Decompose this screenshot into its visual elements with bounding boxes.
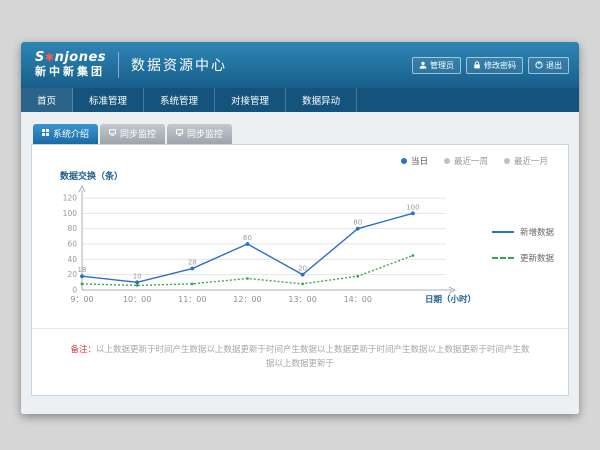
chart-panel: 当日 最近一周 最近一月 数据交换（条） 0 20 40 60 80 100 120 9：00… xyxy=(31,144,569,396)
tab-label: 同步监控 xyxy=(187,127,223,140)
svg-text:60: 60 xyxy=(67,240,77,249)
legend-line-sample xyxy=(492,231,514,233)
header-divider xyxy=(118,52,119,78)
legend-line-sample xyxy=(492,257,514,259)
nav-item-data-change[interactable]: 数据异动 xyxy=(286,88,357,112)
tab-system-intro[interactable]: 系统介绍 xyxy=(33,124,98,144)
svg-text:日期（小时）: 日期（小时） xyxy=(425,294,476,305)
company-name: 新中新集团 xyxy=(35,66,106,79)
svg-text:9：00: 9：00 xyxy=(70,295,93,304)
nav-item-connect-mgmt[interactable]: 对接管理 xyxy=(215,88,286,112)
user-actions: 管理员 修改密码 退出 xyxy=(412,57,569,74)
svg-text:28: 28 xyxy=(188,259,197,267)
logout-button-label: 退出 xyxy=(546,60,562,71)
main-nav: 首页 标准管理 系统管理 对接管理 数据异动 xyxy=(21,88,579,112)
svg-text:10：00: 10：00 xyxy=(123,295,151,304)
filter-today[interactable]: 当日 xyxy=(401,155,428,167)
nav-item-system-mgmt[interactable]: 系统管理 xyxy=(144,88,215,112)
admin-button[interactable]: 管理员 xyxy=(412,57,461,74)
filter-label: 当日 xyxy=(411,155,428,167)
chart-area: 0 20 40 60 80 100 120 9：00 10：00 11：00 12：00 13：00 1… xyxy=(48,184,556,324)
tab-sync-monitor-1[interactable]: 同步监控 xyxy=(100,124,165,144)
legend-label: 新增数据 xyxy=(520,226,554,238)
page-title: 数据资源中心 xyxy=(131,55,227,75)
range-filters: 当日 最近一周 最近一月 xyxy=(401,155,548,167)
series-legend-item: 更新数据 xyxy=(492,252,554,264)
change-password-button[interactable]: 修改密码 xyxy=(466,57,523,74)
monitor-icon xyxy=(109,129,116,139)
svg-text:40: 40 xyxy=(67,255,77,264)
nav-item-standard-mgmt[interactable]: 标准管理 xyxy=(73,88,144,112)
svg-text:11：00: 11：00 xyxy=(178,295,206,304)
logout-icon xyxy=(535,61,543,69)
series-legend: 新增数据更新数据 xyxy=(492,226,554,264)
svg-text:0: 0 xyxy=(72,286,77,295)
header: S✱njones 新中新集团 数据资源中心 管理员 修改密码 xyxy=(21,42,579,88)
footer-note: 备注：以上数据更新于时间产生数据以上数据更新于时间产生数据以上数据更新于时间产生… xyxy=(44,329,556,372)
nav-item-home[interactable]: 首页 xyxy=(21,88,73,112)
lock-icon xyxy=(473,61,481,69)
line-chart-svg: 0 20 40 60 80 100 120 9：00 10：00 11：00 12：00 13：00 1… xyxy=(48,184,478,316)
svg-text:18: 18 xyxy=(78,266,87,274)
note-prefix: 备注： xyxy=(70,345,96,355)
series-legend-item: 新增数据 xyxy=(492,226,554,238)
filter-label: 最近一月 xyxy=(514,155,548,167)
svg-text:100: 100 xyxy=(406,203,419,211)
svg-text:20: 20 xyxy=(67,270,77,279)
filter-dot-icon xyxy=(444,158,450,164)
svg-text:120: 120 xyxy=(63,194,78,203)
app-window: S✱njones 新中新集团 数据资源中心 管理员 修改密码 xyxy=(21,42,579,414)
brand-text: S✱njones xyxy=(35,51,106,66)
admin-button-label: 管理员 xyxy=(430,60,454,71)
legend-label: 更新数据 xyxy=(520,252,554,264)
monitor-icon xyxy=(176,129,183,139)
logout-button[interactable]: 退出 xyxy=(528,57,569,74)
y-axis-label: 数据交换（条） xyxy=(60,169,556,182)
tab-label: 同步监控 xyxy=(120,127,156,140)
user-icon xyxy=(419,61,427,69)
svg-text:100: 100 xyxy=(63,209,78,218)
svg-text:13：00: 13：00 xyxy=(288,295,316,304)
tab-sync-monitor-2[interactable]: 同步监控 xyxy=(167,124,232,144)
tab-label: 系统介绍 xyxy=(53,127,89,140)
grid-icon xyxy=(42,129,49,139)
svg-text:20: 20 xyxy=(298,265,307,273)
svg-text:14：00: 14：00 xyxy=(344,295,372,304)
content-area: 系统介绍 同步监控 同步监控 当日 xyxy=(21,112,579,414)
logo: S✱njones 新中新集团 xyxy=(35,51,106,79)
note-text: 以上数据更新于时间产生数据以上数据更新于时间产生数据以上数据更新于时间产生数据以… xyxy=(96,345,530,369)
change-password-button-label: 修改密码 xyxy=(484,60,516,71)
filter-last-week[interactable]: 最近一周 xyxy=(444,155,488,167)
filter-dot-icon xyxy=(504,158,510,164)
svg-text:80: 80 xyxy=(67,224,77,233)
svg-text:10: 10 xyxy=(133,272,142,280)
logo-star-icon: ✱ xyxy=(45,51,55,64)
filter-dot-icon xyxy=(401,158,407,164)
svg-text:12：00: 12：00 xyxy=(233,295,261,304)
filter-last-month[interactable]: 最近一月 xyxy=(504,155,548,167)
tab-bar: 系统介绍 同步监控 同步监控 xyxy=(31,124,569,144)
svg-text:60: 60 xyxy=(243,234,252,242)
filter-label: 最近一周 xyxy=(454,155,488,167)
svg-text:80: 80 xyxy=(353,219,362,227)
